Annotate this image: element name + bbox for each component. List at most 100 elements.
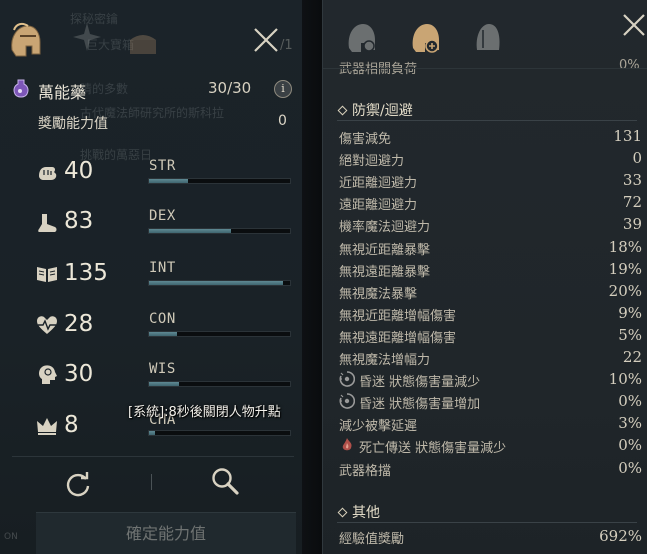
stat-row-dex[interactable]: 83 DEX bbox=[0, 205, 302, 255]
stun-icon bbox=[339, 371, 356, 387]
stat-row-label: 無視遠距離暴擊 bbox=[339, 264, 431, 280]
divider bbox=[337, 120, 637, 121]
section-title-defense: 防禦/迴避 bbox=[337, 100, 413, 120]
clipped-row-value: 0% bbox=[619, 58, 640, 73]
chest-icon bbox=[128, 32, 158, 56]
stat-name: CON bbox=[149, 311, 176, 327]
stat-row-value: 33 bbox=[622, 171, 642, 190]
character-stats-panel: 探秘密鑰 巨大寶箱 睛的多數 古代魔法師研究所的斯科拉 挑戰的萬惡日 /1 萬能… bbox=[0, 0, 302, 554]
reset-button[interactable] bbox=[64, 470, 92, 498]
stat-row: 減少被擊延遲 3% bbox=[339, 413, 642, 434]
stat-row-label: 遠距離迴避力 bbox=[339, 198, 418, 214]
stat-name: DEX bbox=[149, 208, 176, 224]
fist-icon bbox=[36, 162, 58, 184]
stat-row-value: 3% bbox=[618, 414, 642, 433]
section-title-text: 其他 bbox=[352, 505, 380, 521]
helmet-plus-icon bbox=[412, 24, 439, 53]
stat-bar bbox=[148, 430, 291, 436]
stat-value: 40 bbox=[64, 158, 94, 184]
stat-row-label: 無視近距離暴擊 bbox=[339, 242, 431, 258]
close-icon bbox=[623, 14, 645, 36]
stat-row: 無視魔法暴擊 20% bbox=[339, 281, 642, 302]
helmet-icon bbox=[476, 24, 500, 50]
stat-row-label: 昏迷 狀態傷害量增加 bbox=[359, 397, 481, 413]
background-ghost-count: /1 bbox=[280, 38, 293, 53]
section-title-text: 防禦/迴避 bbox=[352, 103, 413, 119]
stat-row-value: 19% bbox=[608, 259, 642, 278]
stat-bar-fill bbox=[149, 431, 155, 435]
stat-row: 無視近距離暴擊 18% bbox=[339, 237, 642, 258]
stat-row: 遠距離迴避力 72 bbox=[339, 192, 642, 213]
stat-row: 無視近距離增幅傷害 9% bbox=[339, 303, 642, 324]
stat-row-value: 0% bbox=[618, 392, 642, 411]
tab-helmet-gear[interactable] bbox=[343, 18, 379, 58]
stat-name: STR bbox=[149, 158, 176, 174]
stat-row-value: 692% bbox=[599, 527, 642, 545]
stat-row: 機率魔法迴避力 39 bbox=[339, 214, 642, 235]
system-message: [系統]:8秒後關閉人物升點 bbox=[128, 405, 281, 420]
stat-row-label: 無視遠距離增幅傷害 bbox=[339, 330, 457, 346]
stat-row: 近距離迴避力 33 bbox=[339, 170, 642, 191]
crown-icon bbox=[36, 415, 58, 437]
stat-row-label: 無視魔法暴擊 bbox=[339, 286, 418, 302]
stat-bar-fill bbox=[149, 179, 189, 183]
stat-bar-fill bbox=[149, 332, 178, 336]
stat-name: WIS bbox=[149, 361, 176, 377]
bonus-stat-label: 獎勵能力值 bbox=[38, 116, 108, 132]
potion-row: 萬能藥 30/30 i bbox=[12, 78, 294, 102]
stat-row-label: 無視魔法增幅力 bbox=[339, 353, 431, 368]
detail-search-button[interactable] bbox=[210, 466, 240, 496]
info-icon[interactable]: i bbox=[274, 80, 292, 98]
refresh-icon bbox=[66, 472, 90, 497]
stat-row-label: 武器格擋 bbox=[339, 463, 392, 479]
stat-row-con[interactable]: 28 CON bbox=[0, 308, 302, 358]
stat-row-value: 5% bbox=[618, 325, 642, 344]
stat-row-label: 機率魔法迴避力 bbox=[339, 220, 431, 236]
stat-row-value: 0 bbox=[632, 149, 642, 168]
close-button[interactable] bbox=[252, 26, 280, 54]
stat-bar-fill bbox=[149, 382, 179, 386]
stat-value: 135 bbox=[64, 260, 108, 286]
tab-helmet-back[interactable] bbox=[469, 18, 505, 58]
diamond-icon bbox=[337, 507, 348, 518]
divider bbox=[323, 68, 647, 69]
stat-row-label: 無視近距離增幅傷害 bbox=[339, 308, 457, 324]
confirm-stats-button[interactable]: 確定能力值 bbox=[36, 512, 296, 554]
stat-bar bbox=[148, 381, 291, 387]
stat-row: 絕對迴避力 0 bbox=[339, 148, 642, 169]
stat-row-value: 9% bbox=[618, 303, 642, 322]
book-icon bbox=[36, 263, 58, 285]
stat-value: 28 bbox=[64, 311, 94, 337]
bonus-stat-row: 獎勵能力值 0 bbox=[38, 113, 292, 133]
helmet-gear-icon bbox=[348, 24, 375, 52]
stat-row: 無視遠距離暴擊 19% bbox=[339, 259, 642, 280]
stat-row: 死亡傳送 狀態傷害量減少 0% bbox=[339, 435, 642, 456]
stat-bar bbox=[148, 228, 291, 234]
divider bbox=[151, 474, 152, 490]
tab-helmet-plus[interactable] bbox=[407, 18, 443, 58]
stat-bar-fill bbox=[149, 281, 283, 285]
magnifier-icon bbox=[212, 468, 239, 495]
bonus-stat-value: 0 bbox=[278, 113, 287, 129]
stat-bar bbox=[148, 280, 291, 286]
stat-row: 無視遠距離增幅傷害 5% bbox=[339, 325, 642, 346]
stat-row: 武器格擋 0% bbox=[339, 458, 642, 479]
close-button[interactable] bbox=[621, 12, 647, 38]
stat-row-str[interactable]: 40 STR bbox=[0, 155, 302, 205]
stat-row-label: 傷害減免 bbox=[339, 132, 392, 147]
on-label: ON bbox=[4, 532, 18, 542]
stat-row-int[interactable]: 135 INT bbox=[0, 257, 302, 307]
panel-gap bbox=[302, 0, 322, 554]
stat-row-value: 20% bbox=[608, 281, 642, 300]
potion-count: 30/30 bbox=[208, 79, 252, 97]
stat-row: 傷害減免 131 bbox=[339, 126, 642, 147]
stat-row-label: 昏迷 狀態傷害量減少 bbox=[359, 375, 481, 391]
stat-row-label: 死亡傳送 狀態傷害量減少 bbox=[359, 441, 507, 457]
potion-name: 萬能藥 bbox=[38, 83, 87, 102]
star-ornament-icon bbox=[72, 22, 102, 52]
character-tab-button[interactable] bbox=[6, 20, 44, 62]
helmet-icon bbox=[11, 22, 41, 57]
divider bbox=[337, 522, 637, 523]
section-title-other: 其他 bbox=[337, 502, 380, 522]
stat-row: 無視魔法增幅力 22 bbox=[339, 347, 642, 368]
